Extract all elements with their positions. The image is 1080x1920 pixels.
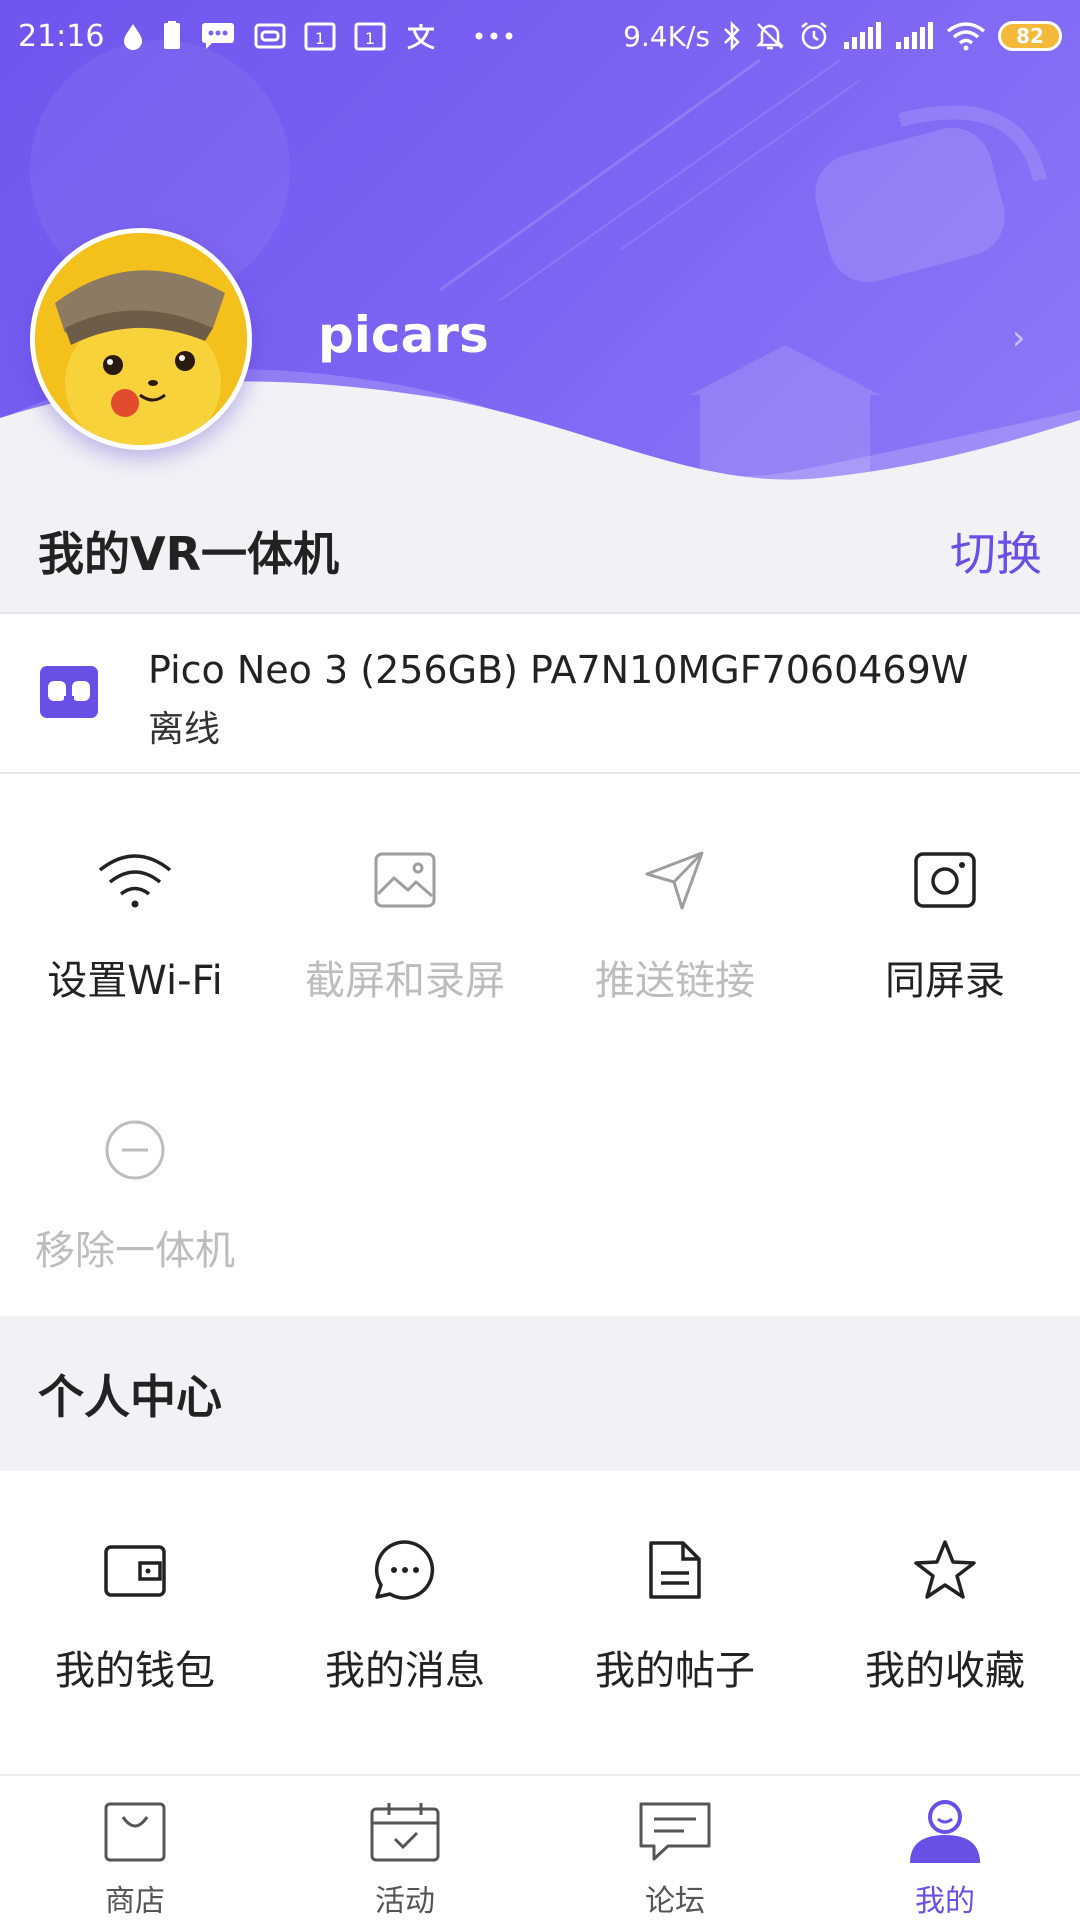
more-dots-icon: [474, 31, 514, 41]
user-icon: [908, 1798, 982, 1866]
document-icon: [540, 1530, 810, 1610]
bluetooth-icon: [722, 20, 742, 52]
personal-center-title: 个人中心: [38, 1369, 222, 1424]
svg-text:1: 1: [315, 29, 325, 48]
wallet-label: 我的钱包: [55, 1648, 215, 1694]
user-avatar[interactable]: [30, 228, 252, 450]
wallet-button[interactable]: 我的钱包: [0, 1530, 270, 1696]
messages-button[interactable]: 我的消息: [270, 1530, 540, 1696]
forum-icon: [638, 1798, 712, 1866]
username: picars: [318, 306, 489, 364]
camera-icon: [810, 840, 1080, 920]
profile-header: 21:16 1 1 9.4K/s 82 picars ›: [0, 0, 1080, 490]
set-wifi-button[interactable]: 设置Wi-Fi: [0, 840, 270, 1006]
favorites-button[interactable]: 我的收藏: [810, 1530, 1080, 1696]
status-time: 21:16: [18, 18, 105, 54]
vr-headset-icon: [40, 666, 98, 722]
screen-mirror-record-button[interactable]: 同屏录: [810, 840, 1080, 1006]
wallet-icon: [0, 1530, 270, 1610]
favorites-label: 我的收藏: [865, 1648, 1025, 1694]
remove-circle-icon: [0, 1110, 270, 1190]
star-icon: [810, 1530, 1080, 1610]
remove-device-label: 移除一体机: [35, 1228, 235, 1274]
translate-icon: [404, 21, 438, 51]
calendar-1-icon: 1: [304, 21, 336, 51]
screenshot-record-button[interactable]: 截屏和录屏: [270, 840, 540, 1006]
vr-section-header: 我的VR一体机 切换: [0, 490, 1080, 612]
message-icon: [200, 21, 236, 51]
status-bar: 21:16 1 1 9.4K/s 82: [0, 0, 1080, 72]
mute-bell-icon: [754, 20, 786, 52]
network-speed: 9.4K/s: [623, 19, 710, 53]
push-link-button[interactable]: 推送链接: [540, 840, 810, 1006]
pikachu-avatar-image: [35, 233, 247, 445]
profile-page: 21:16 1 1 9.4K/s 82 picars › 我的VR一体机 切换 …: [0, 0, 1080, 1920]
nav-events[interactable]: 活动: [270, 1776, 540, 1920]
send-icon: [540, 840, 810, 920]
sim-icon: [162, 21, 182, 51]
nav-forum-label: 论坛: [645, 1884, 705, 1919]
messages-label: 我的消息: [325, 1648, 485, 1694]
vr-section-title: 我的VR一体机: [38, 527, 340, 581]
battery-indicator: 82: [998, 21, 1062, 51]
image-icon: [270, 840, 540, 920]
alarm-icon: [798, 20, 830, 52]
nav-mine-label: 我的: [915, 1884, 975, 1919]
remove-device-button[interactable]: 移除一体机: [0, 1110, 270, 1276]
shopping-bag-icon: [103, 1798, 167, 1866]
device-name: Pico Neo 3 (256GB) PA7N10MGF7060469W: [148, 648, 969, 692]
vr-app-icon: [254, 21, 286, 51]
switch-device-button[interactable]: 切换: [950, 518, 1042, 584]
svg-text:1: 1: [365, 29, 375, 48]
chevron-right-icon[interactable]: ›: [1012, 318, 1026, 358]
chat-bubble-icon: [270, 1530, 540, 1610]
posts-button[interactable]: 我的帖子: [540, 1530, 810, 1696]
screen-mirror-record-label: 同屏录: [885, 958, 1005, 1004]
set-wifi-label: 设置Wi-Fi: [47, 958, 223, 1004]
nav-mine[interactable]: 我的: [810, 1776, 1080, 1920]
bottom-navigation: 商店 活动 论坛 我的: [0, 1774, 1080, 1920]
personal-center-header: 个人中心: [0, 1316, 1080, 1471]
nav-forum[interactable]: 论坛: [540, 1776, 810, 1920]
push-link-label: 推送链接: [595, 958, 755, 1004]
calendar-1-icon: 1: [354, 21, 386, 51]
signal-icon: [894, 22, 934, 50]
device-status: 离线: [148, 709, 221, 750]
signal-icon: [842, 22, 882, 50]
wifi-icon: [946, 21, 986, 51]
water-drop-icon: [122, 22, 144, 50]
calendar-check-icon: [369, 1798, 441, 1866]
nav-store[interactable]: 商店: [0, 1776, 270, 1920]
wifi-icon: [0, 840, 270, 920]
screenshot-record-label: 截屏和录屏: [305, 958, 505, 1004]
nav-events-label: 活动: [375, 1884, 435, 1919]
posts-label: 我的帖子: [595, 1648, 755, 1694]
nav-store-label: 商店: [105, 1884, 165, 1919]
device-row[interactable]: Pico Neo 3 (256GB) PA7N10MGF7060469W 离线: [0, 612, 1080, 774]
